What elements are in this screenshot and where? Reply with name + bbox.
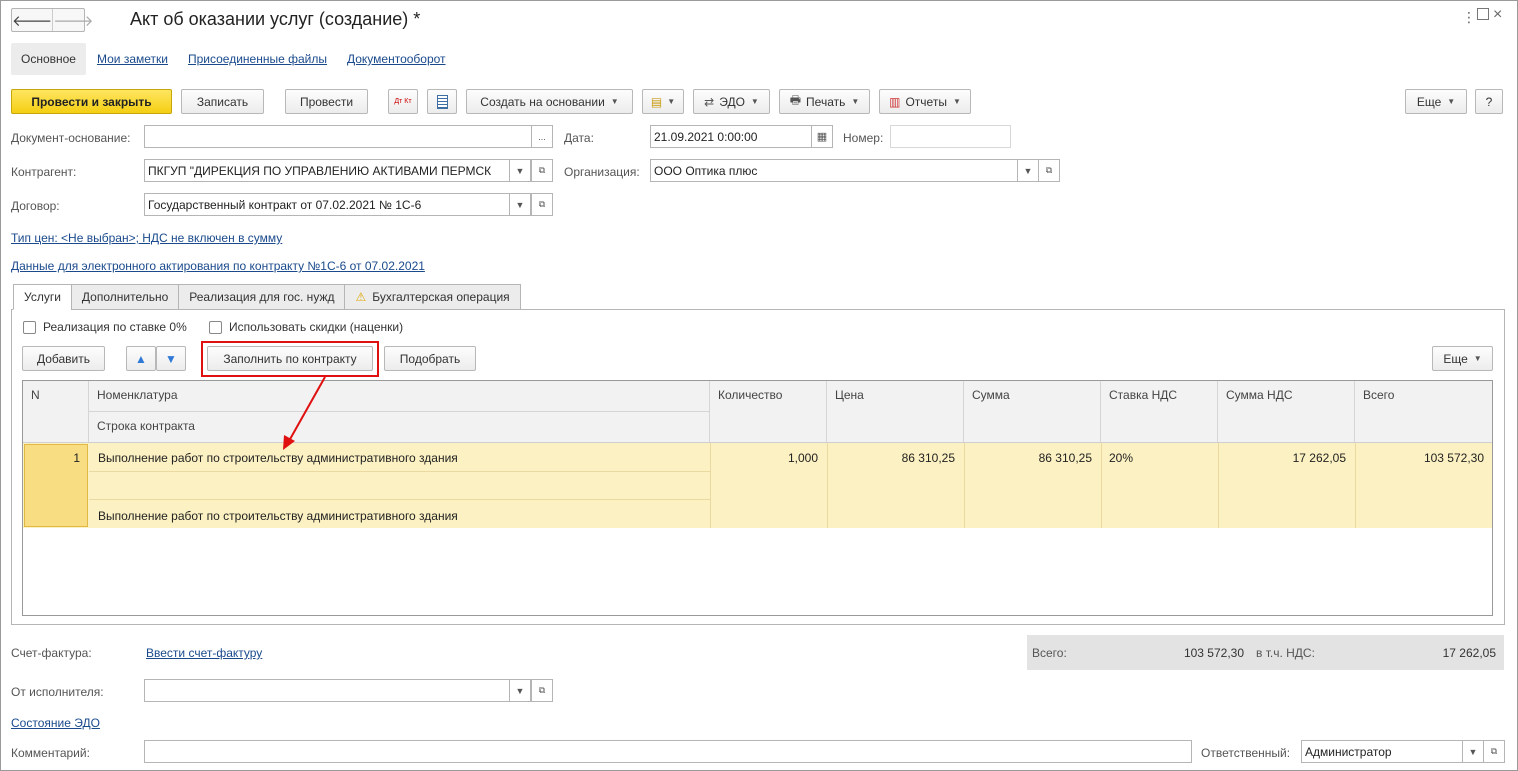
open-link-icon[interactable]: ⧉ (1483, 740, 1505, 763)
invoice-label: Счет-фактура: (11, 646, 92, 660)
total-value: 103 572,30 (1183, 646, 1244, 660)
vat-total-value: 17 262,05 (1442, 646, 1496, 660)
annotation-arrow-line (288, 376, 326, 442)
responsible-field[interactable]: Администратор (1301, 740, 1463, 763)
vat-total-label: в т.ч. НДС: (1256, 646, 1315, 660)
total-label: Всего: (1032, 646, 1067, 660)
dropdown-arrow-icon[interactable]: ▼ (509, 679, 531, 702)
annotation-arrow-head (283, 435, 295, 450)
performer-field[interactable] (144, 679, 510, 702)
edo-status-link[interactable]: Состояние ЭДО (11, 716, 100, 730)
performer-label: От исполнителя: (11, 685, 104, 699)
open-link-icon[interactable]: ⧉ (531, 679, 553, 702)
enter-invoice-link[interactable]: Ввести счет-фактуру (146, 646, 262, 660)
comment-field[interactable] (144, 740, 1192, 763)
responsible-label: Ответственный: (1201, 746, 1291, 760)
dropdown-arrow-icon[interactable]: ▼ (1462, 740, 1484, 763)
comment-label: Комментарий: (11, 746, 90, 760)
